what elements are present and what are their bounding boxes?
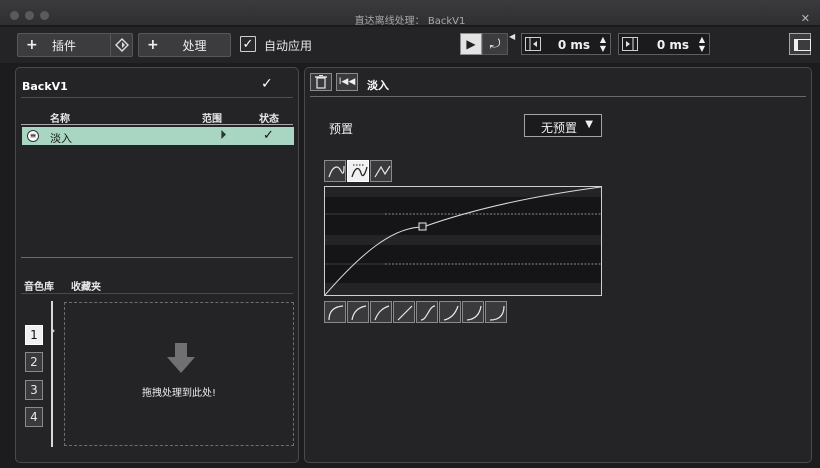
fade-curve-editor[interactable] — [324, 186, 602, 296]
curve-1-icon[interactable] — [324, 301, 346, 323]
post-roll-field[interactable]: 0 ms ▲ ▼ — [618, 33, 710, 55]
spline-icon[interactable] — [324, 160, 346, 182]
curve-8-icon[interactable] — [485, 301, 507, 323]
close-icon[interactable]: ✕ — [801, 12, 810, 25]
loop-toggle-button[interactable]: ⤾ — [482, 33, 508, 55]
skip-back-icon[interactable]: I◀◀ — [336, 73, 358, 91]
pre-roll-icon — [525, 37, 541, 51]
preset-label: 预置 — [329, 122, 354, 136]
fade-curve-svg — [325, 187, 601, 295]
column-header-status: 状态 — [259, 114, 279, 125]
process-row-name: 淡入 — [50, 132, 72, 145]
tab-library[interactable]: 音色库 — [24, 278, 54, 293]
preset-dropdown[interactable]: 无预置 ▼ — [524, 114, 602, 137]
column-header-range: 范围 — [202, 114, 222, 125]
curve-handle[interactable] — [418, 222, 427, 231]
drop-zone-text: 拖拽处理到此处! — [141, 388, 216, 399]
clip-name: BackV1 — [22, 80, 68, 93]
divider — [310, 96, 806, 97]
divider — [21, 257, 293, 258]
curve-2-icon[interactable] — [347, 301, 369, 323]
process-row-selected[interactable]: ≡ 淡入 ⏵ ✓ — [22, 127, 294, 145]
title-bar: 直达离线处理： BackV1 ✕ — [0, 0, 820, 27]
curve-5-icon[interactable] — [416, 301, 438, 323]
process-list-panel: BackV1 ✓ 名称 范围 状态 ≡ 淡入 ⏵ ✓ 音色库 收藏夹 1 2 3… — [15, 67, 299, 463]
linear-icon[interactable] — [370, 160, 392, 182]
play-icon: ▶ — [466, 37, 476, 51]
trash-icon[interactable] — [310, 73, 332, 91]
curve-3-icon[interactable] — [370, 301, 392, 323]
pre-roll-stepper-icon[interactable]: ▲ ▼ — [600, 35, 606, 53]
add-process-button[interactable]: + 处理 — [138, 33, 231, 57]
add-plugin-label: 插件 — [51, 38, 76, 53]
plugin-dropdown-icon[interactable] — [111, 34, 133, 56]
plus-icon: + — [147, 37, 159, 53]
slot-button-3[interactable]: 3 — [25, 380, 43, 400]
preview-play-button[interactable]: ▶ — [460, 33, 482, 55]
apply-all-check-icon[interactable]: ✓ — [261, 76, 273, 92]
slot-button-2[interactable]: 2 — [25, 352, 43, 372]
curve-7-icon[interactable] — [462, 301, 484, 323]
sidebar-toggle-icon[interactable] — [789, 33, 811, 55]
tiny-triangle-icon: ◀ — [509, 32, 516, 41]
chevron-right-icon: › — [50, 323, 56, 339]
range-arrow-icon: ⏵ — [220, 128, 227, 143]
status-check-icon[interactable]: ✓ — [263, 128, 274, 143]
divider — [21, 97, 293, 98]
loop-icon: ⤾ — [489, 36, 501, 52]
process-type-icon: ≡ — [27, 130, 39, 142]
window-title: 直达离线处理： BackV1 — [354, 16, 466, 27]
slot-button-1[interactable]: 1 — [25, 325, 43, 345]
pre-roll-field[interactable]: 0 ms ▲ ▼ — [521, 33, 611, 55]
dropdown-arrow-icon: ▼ — [585, 119, 593, 130]
drop-zone[interactable]: 拖拽处理到此处! — [64, 302, 294, 446]
column-header-name: 名称 — [50, 114, 70, 125]
add-plugin-button[interactable]: + 插件 — [17, 33, 133, 57]
divider — [21, 293, 293, 294]
auto-apply-checkbox[interactable]: ✓ — [240, 36, 256, 52]
add-process-label: 处理 — [182, 38, 207, 53]
post-roll-stepper-icon[interactable]: ▲ ▼ — [699, 35, 705, 53]
curve-6-icon[interactable] — [439, 301, 461, 323]
process-title: 淡入 — [367, 79, 389, 92]
tab-favorites[interactable]: 收藏夹 — [71, 278, 101, 293]
damped-spline-icon[interactable] — [347, 160, 369, 182]
process-editor-panel: I◀◀ 淡入 预置 无预置 ▼ — [304, 67, 812, 463]
pre-roll-value: 0 ms — [557, 38, 590, 52]
post-roll-icon — [622, 37, 638, 51]
header-divider — [21, 124, 293, 125]
curve-4-icon[interactable] — [393, 301, 415, 323]
post-roll-value: 0 ms — [656, 38, 689, 52]
preset-value: 无预置 — [541, 121, 578, 135]
auto-apply-label: 自动应用 — [264, 39, 313, 53]
slot-button-4[interactable]: 4 — [25, 407, 43, 427]
arrow-down-icon — [167, 343, 195, 373]
